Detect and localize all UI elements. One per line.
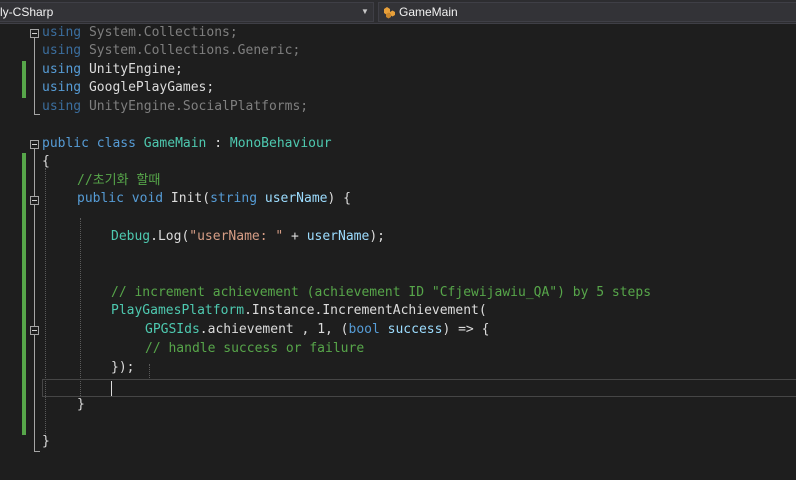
code-line-9: //초기화 할때 [77, 173, 161, 188]
fold-end [34, 114, 40, 115]
code-line-3: using UnityEngine; [42, 62, 183, 77]
collapse-icon[interactable] [30, 140, 39, 149]
code-line-10: public void Init(string userName) { [77, 191, 351, 206]
change-marker [22, 153, 26, 435]
code-line-5: using UnityEngine.SocialPlatforms; [42, 99, 309, 114]
fold-end [34, 451, 40, 452]
code-editor[interactable]: using System.Collections; using System.C… [0, 24, 796, 480]
code-line-21: } [77, 397, 85, 412]
current-line-highlight [42, 379, 796, 397]
code-line-18: // handle success or failure [145, 341, 365, 356]
fold-line [34, 149, 35, 451]
indent-guide [80, 218, 81, 396]
code-line-19: }); [111, 360, 135, 375]
fold-line [34, 38, 35, 114]
code-line-12: Debug.Log("userName: " + userName); [111, 229, 385, 244]
code-line-2: using System.Collections.Generic; [42, 43, 301, 58]
class-icon [384, 7, 395, 19]
code-line-15: // increment achievement (achievement ID… [111, 285, 652, 300]
chevron-down-icon: ▼ [361, 7, 369, 16]
code-line-16: PlayGamesPlatform.Instance.IncrementAchi… [111, 303, 487, 318]
indent-guide [149, 364, 150, 378]
navigation-bar: ly-CSharp ▼ GameMain [0, 0, 796, 24]
project-dropdown[interactable]: ly-CSharp ▼ [0, 2, 374, 22]
text-caret [111, 381, 112, 396]
code-line-8: { [42, 154, 50, 169]
code-line-7: public class GameMain : MonoBehaviour [42, 136, 332, 151]
class-label: GameMain [399, 5, 458, 19]
code-line-4: using GooglePlayGames; [42, 80, 215, 95]
collapse-icon[interactable] [30, 196, 39, 205]
class-dropdown[interactable]: GameMain [378, 2, 796, 22]
project-label: ly-CSharp [0, 5, 54, 19]
change-marker [22, 61, 26, 98]
code-line-1: using System.Collections; [42, 25, 238, 40]
collapse-icon[interactable] [30, 326, 39, 335]
code-line-23: } [42, 434, 50, 449]
collapse-icon[interactable] [30, 29, 39, 38]
code-line-17: GPGSIds.achievement , 1, (bool success) … [145, 322, 490, 337]
